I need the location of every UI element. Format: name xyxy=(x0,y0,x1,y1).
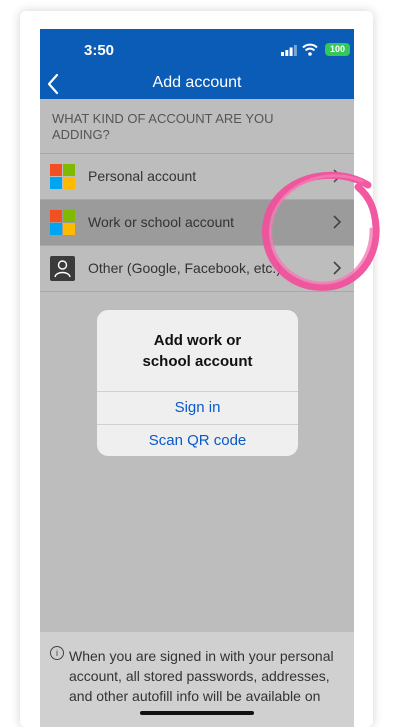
status-time: 3:50 xyxy=(84,42,115,59)
sign-in-button[interactable]: Sign in xyxy=(97,392,298,424)
cellular-signal-icon xyxy=(281,45,297,56)
highlight-circle-annotation xyxy=(262,171,380,291)
add-work-school-dialog: Add work or school account Sign in Scan … xyxy=(97,310,298,456)
nav-bar: Add account xyxy=(40,70,354,99)
phone-screen: 3:50 100 Add account WHAT KIND OF ACCOUN… xyxy=(40,29,354,727)
dialog-title: Add work or school account xyxy=(142,332,253,370)
account-option-label: Work or school account xyxy=(88,214,235,230)
page-title: Add account xyxy=(152,74,242,91)
autofill-info-text: When you are signed in with your persona… xyxy=(69,648,334,704)
info-icon: i xyxy=(50,646,64,660)
account-option-label: Personal account xyxy=(88,168,197,184)
account-option-label: Other (Google, Facebook, etc.) xyxy=(88,260,281,276)
microsoft-logo-icon xyxy=(50,210,75,235)
person-icon xyxy=(50,256,75,281)
account-type-prompt: WHAT KIND OF ACCOUNT ARE YOU ADDING? xyxy=(52,111,274,142)
battery-icon: 100 xyxy=(325,43,350,56)
scan-qr-code-button[interactable]: Scan QR code xyxy=(97,425,298,456)
microsoft-logo-icon xyxy=(50,164,75,189)
home-indicator[interactable] xyxy=(140,711,254,715)
wifi-icon xyxy=(302,43,318,56)
status-bar: 3:50 100 xyxy=(40,29,354,70)
